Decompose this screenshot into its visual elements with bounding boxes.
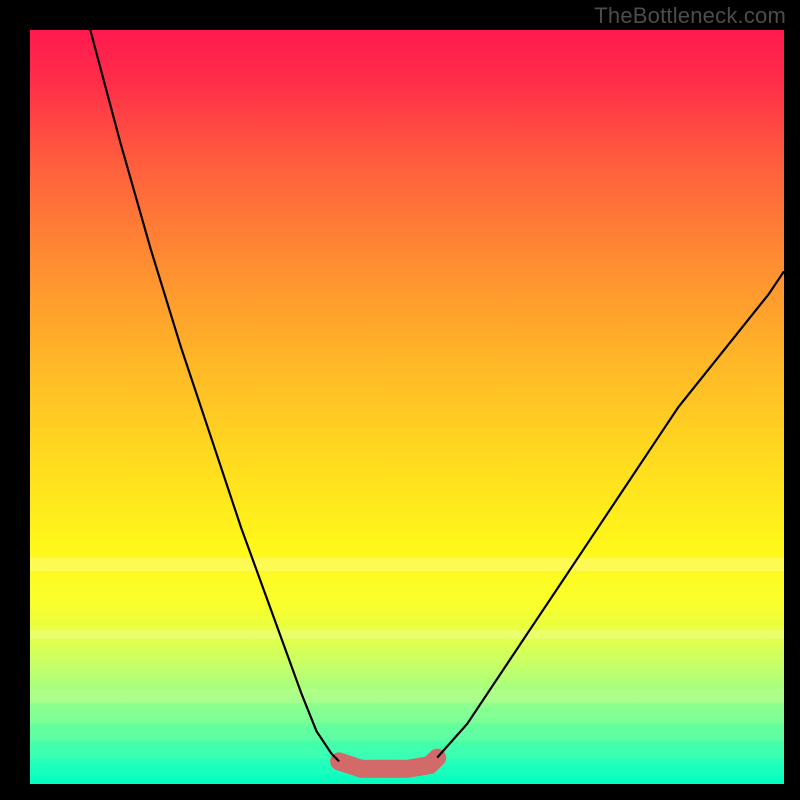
chart-frame [7,7,793,793]
left-curve [90,30,339,761]
right-curve [437,271,784,757]
watermark-text: TheBottleneck.com [594,3,786,29]
curve-layer [30,30,784,784]
trough-highlight [339,758,437,769]
plot-area [30,30,784,784]
